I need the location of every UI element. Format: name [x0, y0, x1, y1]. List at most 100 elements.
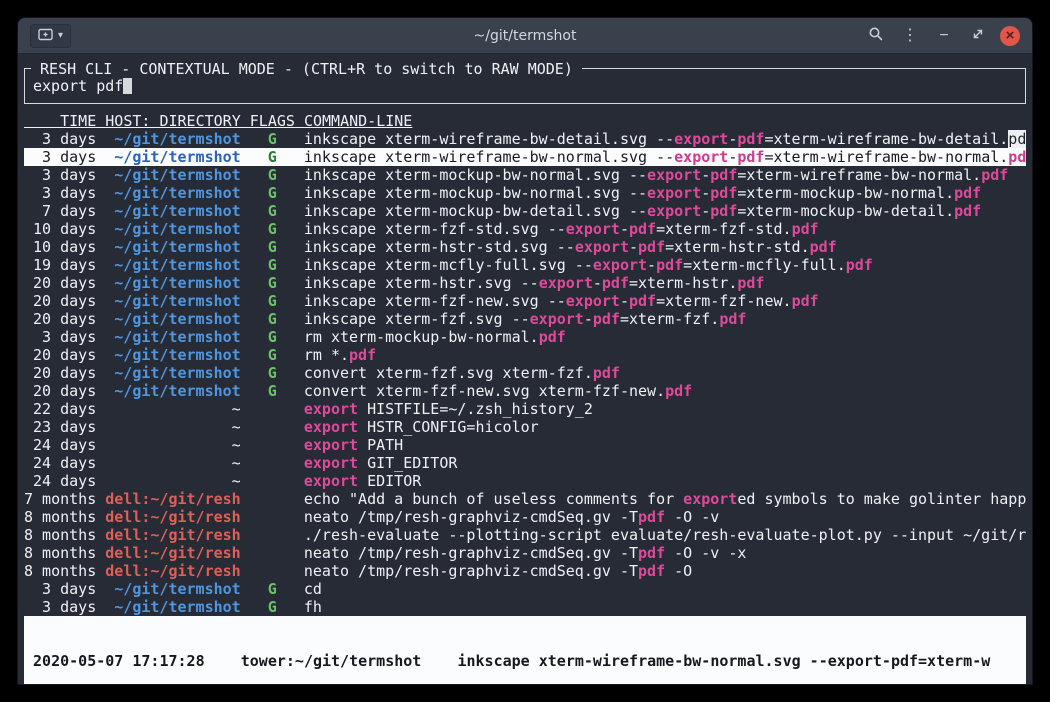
command-segment: pdf	[593, 364, 620, 382]
row-host-dir: ~	[105, 436, 240, 454]
row-time: 8 months	[24, 544, 96, 562]
command-segment: export	[304, 472, 358, 490]
command-segment: -	[728, 148, 737, 166]
row-flags: G	[250, 130, 295, 148]
history-row[interactable]: 20 days ~/git/termshot G convert xterm-f…	[24, 364, 1026, 382]
row-command: inkscape xterm-fzf-new.svg --export-pdf=…	[304, 292, 1026, 310]
row-flags: G	[250, 202, 295, 220]
row-time: 3 days	[24, 166, 96, 184]
history-row[interactable]: 7 days ~/git/termshot G inkscape xterm-m…	[24, 202, 1026, 220]
history-row[interactable]: 3 days ~/git/termshot G rm xterm-mockup-…	[24, 328, 1026, 346]
row-time: 20 days	[24, 382, 96, 400]
history-row[interactable]: 10 days ~/git/termshot G inkscape xterm-…	[24, 238, 1026, 256]
history-row[interactable]: 8 months dell:~/git/resh ./resh-evaluate…	[24, 526, 1026, 544]
command-segment: =xterm-mockup-bw-detail.	[737, 202, 954, 220]
command-segment: -	[629, 238, 638, 256]
history-row[interactable]: 19 days ~/git/termshot G inkscape xterm-…	[24, 256, 1026, 274]
command-segment: neato /tmp/resh-graphviz-cmdSeq.gv -T	[304, 562, 638, 580]
command-segment: ./resh-evaluate --plotting-script evalua…	[304, 526, 1026, 544]
command-segment: export	[304, 436, 358, 454]
row-host-dir: ~/git/termshot	[105, 148, 240, 166]
row-flags: G	[250, 292, 295, 310]
close-button[interactable]: ×	[1000, 26, 1020, 46]
row-host-dir: ~	[105, 418, 240, 436]
row-host-dir: ~/git/termshot	[105, 292, 240, 310]
row-host-dir: ~/git/termshot	[105, 364, 240, 382]
titlebar[interactable]: ▾ ~/git/termshot ⋮ −	[18, 18, 1032, 54]
command-segment: =xterm-hstr.	[629, 274, 737, 292]
history-row[interactable]: 20 days ~/git/termshot G convert xterm-f…	[24, 382, 1026, 400]
history-row[interactable]: 7 months dell:~/git/resh echo "Add a bun…	[24, 490, 1026, 508]
history-row[interactable]: 8 months dell:~/git/resh neato /tmp/resh…	[24, 508, 1026, 526]
row-host-dir: ~/git/termshot	[105, 382, 240, 400]
command-segment: export	[674, 130, 728, 148]
history-row[interactable]: 20 days ~/git/termshot G inkscape xterm-…	[24, 274, 1026, 292]
command-segment: -O	[665, 562, 692, 580]
row-time: 24 days	[24, 454, 96, 472]
row-time: 22 days	[24, 400, 96, 418]
row-host-dir: dell:~/git/resh	[105, 490, 240, 508]
history-row[interactable]: 3 days ~/git/termshot G inkscape xterm-m…	[24, 184, 1026, 202]
history-row[interactable]: 3 days ~/git/termshot G inkscape xterm-m…	[24, 166, 1026, 184]
row-command: neato /tmp/resh-graphviz-cmdSeq.gv -Tpdf…	[304, 508, 1026, 526]
row-command: rm xterm-mockup-bw-normal.pdf	[304, 328, 1026, 346]
row-time: 19 days	[24, 256, 96, 274]
row-host-dir: ~/git/termshot	[105, 220, 240, 238]
history-row[interactable]: 22 days ~ export HISTFILE=~/.zsh_history…	[24, 400, 1026, 418]
history-row[interactable]: 24 days ~ export EDITOR	[24, 472, 1026, 490]
restore-button[interactable]	[966, 24, 990, 48]
row-command: export HISTFILE=~/.zsh_history_2	[304, 400, 1026, 418]
search-input[interactable]: export pdf	[33, 77, 1017, 95]
command-segment: =xterm-wireframe-bw-normal.	[737, 166, 981, 184]
status-bar: 2020-05-07 17:17:28 tower:~/git/termshot…	[24, 616, 1026, 684]
command-segment: pdf	[602, 274, 629, 292]
minimize-button[interactable]: −	[932, 24, 956, 48]
row-command: export EDITOR	[304, 472, 1026, 490]
command-segment: inkscape xterm-mockup-bw-normal.svg --	[304, 166, 647, 184]
command-segment: pd	[1008, 130, 1026, 148]
command-segment: export	[304, 418, 358, 436]
row-time: 23 days	[24, 418, 96, 436]
row-time: 20 days	[24, 274, 96, 292]
row-host-dir: ~/git/termshot	[105, 238, 240, 256]
command-segment: pdf	[629, 292, 656, 310]
row-flags: G	[250, 256, 295, 274]
command-segment: pdf	[349, 346, 376, 364]
history-row[interactable]: 10 days ~/git/termshot G inkscape xterm-…	[24, 220, 1026, 238]
history-row[interactable]: 8 months dell:~/git/resh neato /tmp/resh…	[24, 544, 1026, 562]
prompt-box-title: RESH CLI - CONTEXTUAL MODE - (CTRL+R to …	[31, 60, 582, 78]
history-row[interactable]: 3 days ~/git/termshot G fh	[24, 598, 1026, 616]
row-command: inkscape xterm-mcfly-full.svg --export-p…	[304, 256, 1026, 274]
row-time: 3 days	[24, 580, 96, 598]
history-row[interactable]: 8 months dell:~/git/resh neato /tmp/resh…	[24, 562, 1026, 580]
menu-button[interactable]: ⋮	[898, 24, 922, 48]
history-row[interactable]: 23 days ~ export HSTR_CONFIG=hicolor	[24, 418, 1026, 436]
row-flags: G	[250, 328, 295, 346]
command-segment: -	[620, 220, 629, 238]
command-segment: neato /tmp/resh-graphviz-cmdSeq.gv -T	[304, 508, 638, 526]
command-segment: pdf	[629, 220, 656, 238]
command-segment: export	[530, 310, 584, 328]
command-segment: inkscape xterm-fzf.svg --	[304, 310, 530, 328]
history-row[interactable]: 20 days ~/git/termshot G inkscape xterm-…	[24, 292, 1026, 310]
history-row[interactable]: 20 days ~/git/termshot G inkscape xterm-…	[24, 310, 1026, 328]
command-segment: pd	[1008, 148, 1026, 166]
command-segment: ed symbols to make golinter happ	[737, 490, 1026, 508]
search-button[interactable]	[864, 24, 888, 48]
history-row[interactable]: 3 days ~/git/termshot G inkscape xterm-w…	[24, 148, 1026, 166]
command-segment: pdf	[737, 130, 764, 148]
command-segment: pdf	[954, 184, 981, 202]
new-tab-button[interactable]: ▾	[30, 24, 71, 48]
history-row[interactable]: 24 days ~ export PATH	[24, 436, 1026, 454]
row-host-dir: ~/git/termshot	[105, 202, 240, 220]
row-command: neato /tmp/resh-graphviz-cmdSeq.gv -Tpdf…	[304, 544, 1026, 562]
row-time: 10 days	[24, 220, 96, 238]
row-host-dir: ~/git/termshot	[105, 130, 240, 148]
history-row[interactable]: 3 days ~/git/termshot G cd	[24, 580, 1026, 598]
history-row[interactable]: 3 days ~/git/termshot G inkscape xterm-w…	[24, 130, 1026, 148]
history-row[interactable]: 20 days ~/git/termshot G rm *.pdf	[24, 346, 1026, 364]
command-segment: pdf	[539, 328, 566, 346]
command-segment: =xterm-mcfly-full.	[683, 256, 846, 274]
row-flags: G	[250, 238, 295, 256]
history-row[interactable]: 24 days ~ export GIT_EDITOR	[24, 454, 1026, 472]
